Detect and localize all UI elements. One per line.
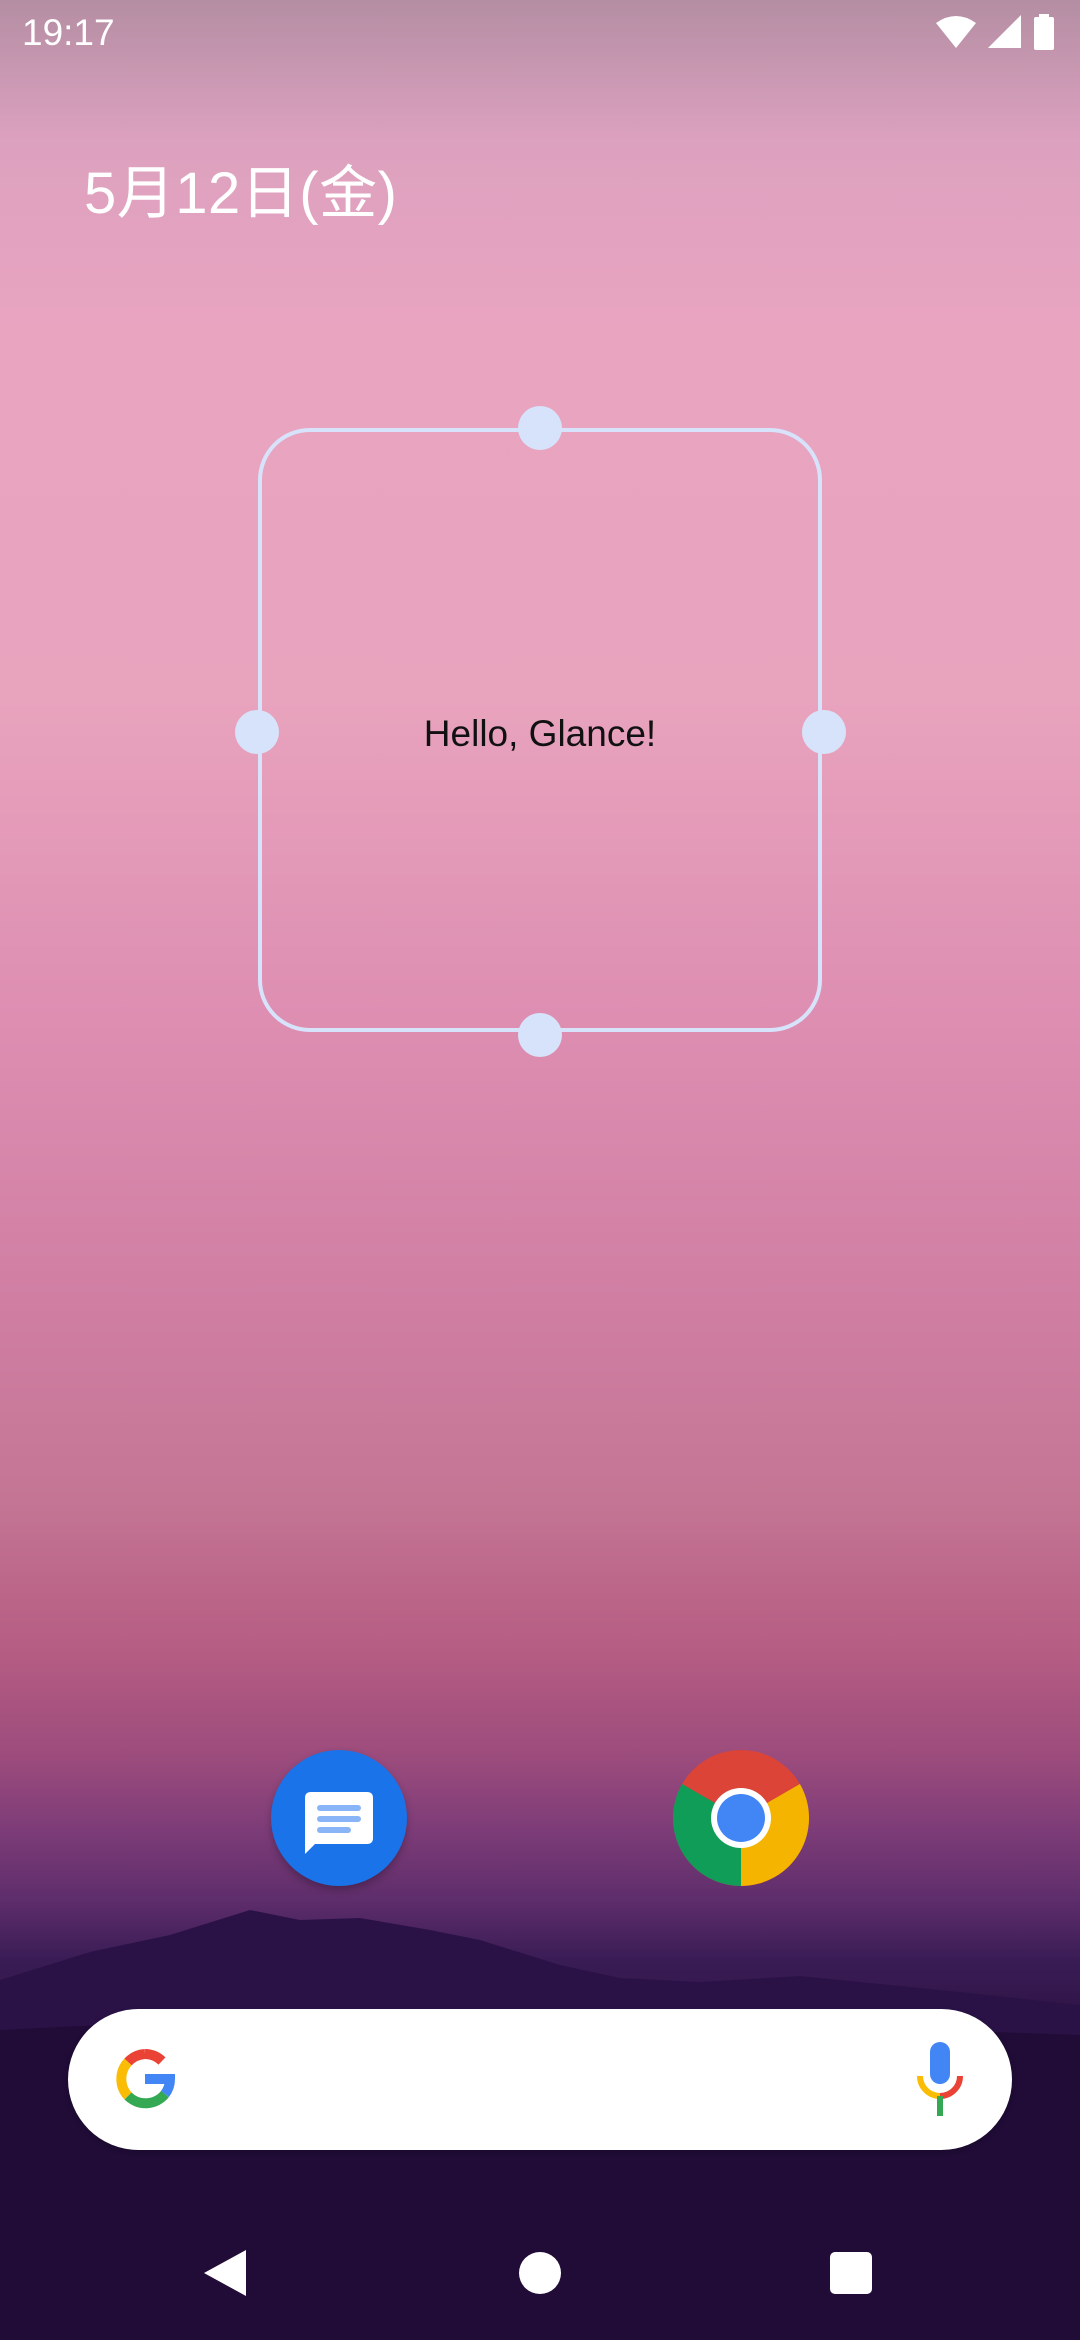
resize-handle-right[interactable] <box>802 710 846 754</box>
google-g-icon[interactable] <box>110 2044 180 2119</box>
google-search-bar[interactable] <box>68 2009 1012 2150</box>
resize-handle-bottom[interactable] <box>518 1013 562 1057</box>
battery-icon <box>1034 14 1054 55</box>
status-bar: 19:17 <box>0 0 1080 64</box>
date-widget[interactable]: 5月12日(金) <box>84 146 397 230</box>
resize-handle-top[interactable] <box>518 406 562 450</box>
chrome-icon[interactable] <box>672 1750 810 1886</box>
resize-handle-left[interactable] <box>235 710 279 754</box>
home-icon[interactable] <box>519 2252 561 2294</box>
glance-widget-frame[interactable]: Hello, Glance! <box>258 428 822 1032</box>
back-icon[interactable] <box>204 2250 246 2301</box>
messages-icon[interactable] <box>271 1750 407 1886</box>
navigation-bar <box>0 2220 1080 2340</box>
cell-signal-icon <box>988 15 1022 54</box>
status-time: 19:17 <box>22 12 115 53</box>
mic-icon[interactable] <box>914 2042 966 2123</box>
wifi-icon <box>936 15 976 54</box>
recents-icon[interactable] <box>830 2252 872 2294</box>
widget-text: Hello, Glance! <box>423 713 657 754</box>
